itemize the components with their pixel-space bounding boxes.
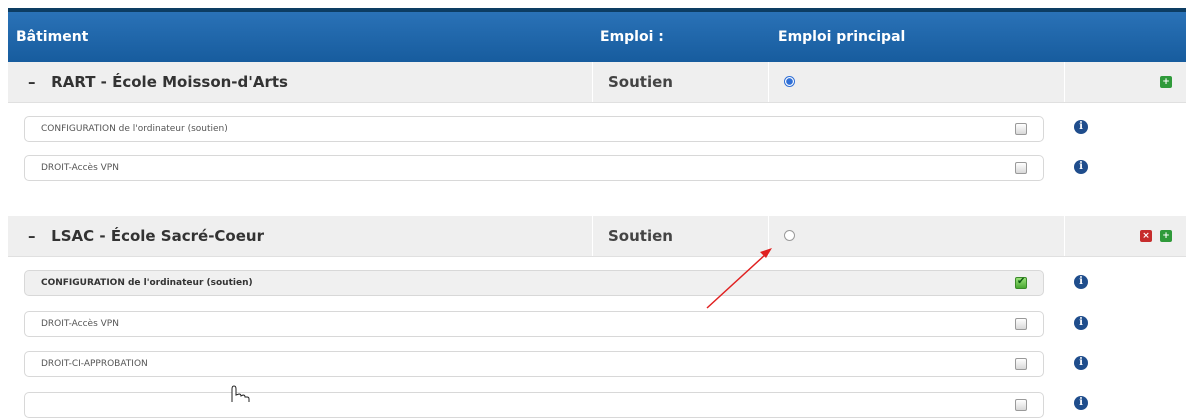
overlay xyxy=(231,248,772,402)
hand-cursor-icon xyxy=(231,385,250,402)
annotation-arrow xyxy=(706,248,772,309)
